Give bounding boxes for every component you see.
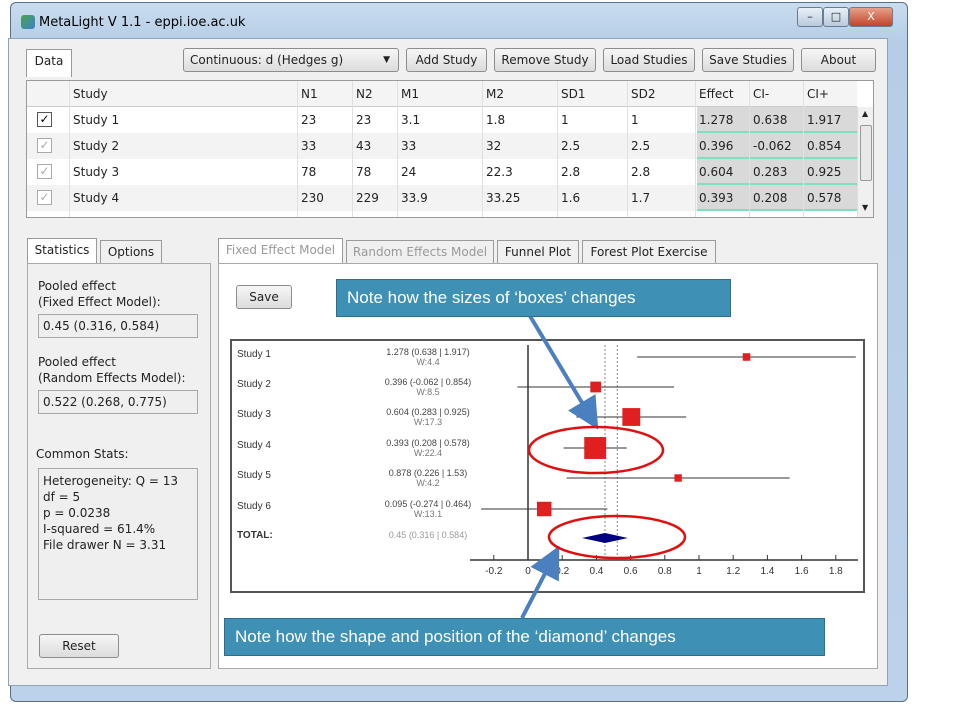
- callout-boxes-note: Note how the sizes of ‘boxes’ changes: [336, 279, 731, 317]
- arrow-to-boxes: [528, 314, 599, 430]
- highlight-ellipse-diamond: [547, 514, 687, 560]
- highlight-ellipse-box: [527, 425, 665, 475]
- callout-diamond-note: Note how the shape and position of the ‘…: [224, 618, 825, 656]
- arrow-to-diamond: [520, 545, 560, 619]
- annotation-layer: [520, 314, 687, 619]
